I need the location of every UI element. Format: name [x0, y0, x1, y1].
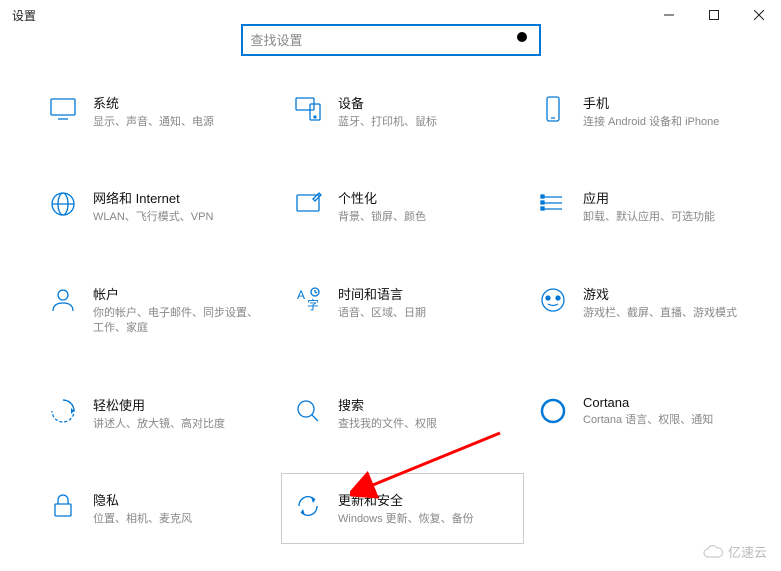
tile-desc: 连接 Android 设备和 iPhone [583, 115, 758, 130]
tile-privacy[interactable]: 隐私 位置、相机、麦克风 [40, 481, 275, 536]
tile-title: Cortana [583, 395, 758, 410]
close-button[interactable] [736, 0, 781, 30]
cortana-icon [537, 395, 569, 427]
tile-title: 系统 [93, 93, 268, 112]
tile-text: Cortana Cortana 语言、权限、通知 [583, 395, 758, 428]
tile-title: 帐户 [93, 284, 268, 303]
tile-desc: 背景、锁屏、颜色 [338, 210, 513, 225]
tile-title: 个性化 [338, 188, 513, 207]
tile-accounts[interactable]: 帐户 你的帐户、电子邮件、同步设置、工作、家庭 [40, 275, 275, 346]
lock-icon [47, 490, 79, 522]
tile-title: 设备 [338, 93, 513, 112]
tile-apps[interactable]: 应用 卸载、默认应用、可选功能 [530, 179, 765, 234]
tile-update-security[interactable]: 更新和安全 Windows 更新、恢复、备份 [281, 473, 524, 544]
settings-grid: 系统 显示、声音、通知、电源 设备 蓝牙、打印机、鼠标 手机 连接 Androi… [0, 84, 781, 536]
tile-title: 时间和语言 [338, 284, 513, 303]
svg-text:字: 字 [307, 297, 319, 312]
tile-desc: 游戏栏、截屏、直播、游戏模式 [583, 306, 758, 321]
tile-search[interactable]: 搜索 查找我的文件、权限 [285, 386, 520, 441]
search-input[interactable] [251, 33, 515, 48]
time-lang-icon: A字 [292, 284, 324, 316]
window-title: 设置 [12, 7, 36, 24]
close-icon [754, 10, 764, 20]
tile-text: 搜索 查找我的文件、权限 [338, 395, 513, 432]
tile-text: 设备 蓝牙、打印机、鼠标 [338, 93, 513, 130]
watermark: 亿速云 [702, 542, 767, 561]
tile-title: 隐私 [93, 490, 268, 509]
tile-title: 搜索 [338, 395, 513, 414]
svg-text:A: A [297, 288, 305, 302]
cloud-icon [702, 545, 724, 559]
phone-icon [537, 93, 569, 125]
tile-phone[interactable]: 手机 连接 Android 设备和 iPhone [530, 84, 765, 139]
tile-desc: 卸载、默认应用、可选功能 [583, 210, 758, 225]
tile-text: 个性化 背景、锁屏、颜色 [338, 188, 513, 225]
tile-title: 游戏 [583, 284, 758, 303]
display-icon [47, 93, 79, 125]
tile-desc: 位置、相机、麦克风 [93, 512, 268, 527]
tile-personalization[interactable]: 个性化 背景、锁屏、颜色 [285, 179, 520, 234]
tile-devices[interactable]: 设备 蓝牙、打印机、鼠标 [285, 84, 520, 139]
tile-title: 更新和安全 [338, 490, 513, 509]
tile-text: 应用 卸载、默认应用、可选功能 [583, 188, 758, 225]
tile-desc: Windows 更新、恢复、备份 [338, 512, 513, 527]
tile-desc: Cortana 语言、权限、通知 [583, 413, 758, 428]
update-icon [292, 490, 324, 522]
tile-desc: 显示、声音、通知、电源 [93, 115, 268, 130]
minimize-button[interactable] [646, 0, 691, 30]
search-cat-icon [292, 395, 324, 427]
maximize-icon [709, 10, 719, 20]
tile-text: 手机 连接 Android 设备和 iPhone [583, 93, 758, 130]
tile-text: 网络和 Internet WLAN、飞行模式、VPN [93, 188, 268, 225]
gaming-icon [537, 284, 569, 316]
search-box[interactable] [241, 24, 541, 56]
devices-icon [292, 93, 324, 125]
tile-gaming[interactable]: 游戏 游戏栏、截屏、直播、游戏模式 [530, 275, 765, 346]
minimize-icon [664, 10, 674, 20]
tile-system[interactable]: 系统 显示、声音、通知、电源 [40, 84, 275, 139]
tile-desc: 查找我的文件、权限 [338, 417, 513, 432]
tile-desc: 讲述人、放大镜、高对比度 [93, 417, 268, 432]
tile-ease-of-access[interactable]: 轻松使用 讲述人、放大镜、高对比度 [40, 386, 275, 441]
search-icon [515, 30, 531, 51]
tile-network[interactable]: 网络和 Internet WLAN、飞行模式、VPN [40, 179, 275, 234]
ease-icon [47, 395, 79, 427]
tile-cortana[interactable]: Cortana Cortana 语言、权限、通知 [530, 386, 765, 441]
maximize-button[interactable] [691, 0, 736, 30]
tile-title: 应用 [583, 188, 758, 207]
globe-icon [47, 188, 79, 220]
tile-desc: WLAN、飞行模式、VPN [93, 210, 268, 225]
tile-text: 轻松使用 讲述人、放大镜、高对比度 [93, 395, 268, 432]
tile-time-language[interactable]: A字 时间和语言 语音、区域、日期 [285, 275, 520, 346]
personalization-icon [292, 188, 324, 220]
tile-text: 更新和安全 Windows 更新、恢复、备份 [338, 490, 513, 527]
watermark-text: 亿速云 [728, 542, 767, 561]
tile-text: 帐户 你的帐户、电子邮件、同步设置、工作、家庭 [93, 284, 268, 337]
tile-text: 系统 显示、声音、通知、电源 [93, 93, 268, 130]
tile-desc: 你的帐户、电子邮件、同步设置、工作、家庭 [93, 306, 268, 337]
apps-icon [537, 188, 569, 220]
account-icon [47, 284, 79, 316]
tile-text: 时间和语言 语音、区域、日期 [338, 284, 513, 321]
tile-desc: 蓝牙、打印机、鼠标 [338, 115, 513, 130]
tile-title: 网络和 Internet [93, 188, 268, 207]
window-controls [646, 0, 781, 30]
tile-title: 手机 [583, 93, 758, 112]
tile-text: 游戏 游戏栏、截屏、直播、游戏模式 [583, 284, 758, 321]
tile-text: 隐私 位置、相机、麦克风 [93, 490, 268, 527]
tile-title: 轻松使用 [93, 395, 268, 414]
tile-desc: 语音、区域、日期 [338, 306, 513, 321]
